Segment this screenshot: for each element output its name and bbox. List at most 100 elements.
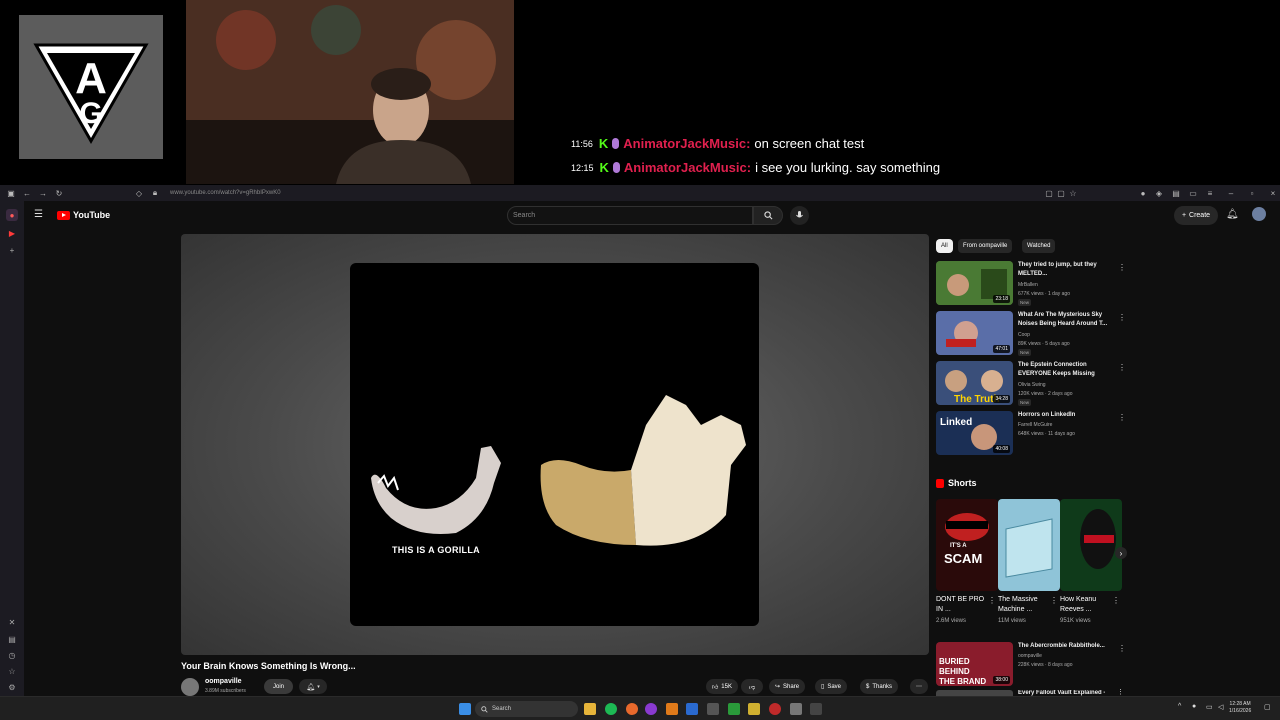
- extension-icon[interactable]: ●: [1138, 188, 1148, 198]
- app-icon[interactable]: [790, 703, 802, 715]
- short-thumbnail[interactable]: [998, 499, 1060, 591]
- reload-icon[interactable]: ↻: [54, 188, 64, 198]
- taskbar-search[interactable]: Search: [475, 701, 578, 717]
- short-title[interactable]: How Keanu Reeves ...: [1060, 595, 1112, 615]
- hamburger-menu-icon[interactable]: ☰: [34, 209, 46, 221]
- youtube-logo[interactable]: YouTube: [57, 210, 110, 220]
- app-icon[interactable]: [748, 703, 760, 715]
- more-actions-button[interactable]: ⋯: [910, 679, 928, 694]
- recommended-video-title[interactable]: The Epstein Connection EVERYONE Keeps Mi…: [1018, 361, 1114, 379]
- clock-icon[interactable]: ◷: [6, 649, 18, 661]
- spotify-icon[interactable]: [605, 703, 617, 715]
- recommended-video[interactable]: BURIED BEHIND THE BRAND 38:00 The Abercrom…: [936, 642, 1128, 688]
- app-icon[interactable]: [626, 703, 638, 715]
- forward-icon[interactable]: →: [38, 188, 48, 198]
- short-title[interactable]: DONT BE PRO IN ...: [936, 595, 988, 615]
- short-item[interactable]: The Massive Machine ... 11M views ⋮: [998, 499, 1060, 624]
- share-button[interactable]: ↪ Share: [769, 679, 806, 694]
- recommended-video-channel[interactable]: Coop: [1018, 332, 1030, 338]
- mic-tray-icon[interactable]: ●: [1192, 703, 1196, 710]
- file-explorer-icon[interactable]: [584, 703, 596, 715]
- chip-from-channel[interactable]: From oompaville: [958, 239, 1013, 253]
- chip-watched[interactable]: Watched: [1022, 239, 1056, 253]
- video-thumbnail[interactable]: The Truth 34:28: [936, 361, 1013, 405]
- short-item[interactable]: IT'S A SCAM DONT BE PRO IN ... 2.6M view…: [936, 499, 998, 624]
- star-icon[interactable]: ☆: [6, 665, 18, 677]
- search-input[interactable]: Search: [507, 206, 753, 225]
- extension-icon[interactable]: ▭: [1188, 188, 1198, 198]
- channel-avatar[interactable]: [181, 678, 199, 696]
- video-thumbnail[interactable]: BURIED BEHIND THE BRAND 38:00: [936, 642, 1013, 686]
- channel-name[interactable]: oompaville: [205, 678, 242, 685]
- clock[interactable]: 12:28 AM 1/16/2026: [1229, 701, 1251, 715]
- more-vert-icon[interactable]: ⋮: [1117, 689, 1124, 696]
- notifications-bell-icon[interactable]: 🔔︎: [1226, 209, 1239, 220]
- short-thumbnail[interactable]: IT'S A SCAM: [936, 499, 998, 591]
- voice-search-button[interactable]: [790, 206, 809, 225]
- sidebar-app-icon[interactable]: ●: [6, 209, 18, 221]
- thanks-button[interactable]: $ Thanks: [860, 679, 899, 694]
- extension-icon[interactable]: ▤: [1171, 188, 1181, 198]
- network-icon[interactable]: ▭: [1206, 703, 1213, 711]
- tray-chevron-icon[interactable]: ^: [1178, 703, 1181, 710]
- chip-all[interactable]: All: [936, 239, 953, 253]
- maximize-icon[interactable]: ▫: [1247, 188, 1257, 198]
- join-button[interactable]: Join: [264, 679, 293, 694]
- recommended-video-channel[interactable]: oompaville: [1018, 653, 1042, 659]
- short-title[interactable]: The Massive Machine ...: [998, 595, 1050, 615]
- firefox-icon[interactable]: [645, 703, 657, 715]
- settings-icon[interactable]: ✕: [6, 616, 18, 628]
- extension-icon[interactable]: ◈: [1154, 188, 1164, 198]
- recommended-video-title[interactable]: Horrors on LinkedIn: [1018, 411, 1114, 420]
- video-thumbnail[interactable]: Linked 40:08: [936, 411, 1013, 455]
- back-icon[interactable]: ←: [22, 188, 32, 198]
- more-vert-icon[interactable]: ⋮: [1118, 644, 1126, 653]
- recommended-video[interactable]: The Truth 34:28 The Epstein Connection E…: [936, 361, 1128, 407]
- search-button[interactable]: [753, 206, 783, 225]
- picture-icon[interactable]: ▢: [1056, 188, 1066, 198]
- recommended-video-channel[interactable]: Olivia Swing: [1018, 382, 1046, 388]
- more-vert-icon[interactable]: ⋮: [1112, 596, 1120, 605]
- more-vert-icon[interactable]: ⋮: [1118, 263, 1126, 272]
- notification-center-icon[interactable]: ▢: [1264, 703, 1271, 711]
- history-icon[interactable]: ▤: [6, 633, 18, 645]
- youtube-app-icon[interactable]: ▶: [6, 227, 18, 239]
- video-thumbnail[interactable]: 47:01: [936, 311, 1013, 355]
- volume-icon[interactable]: ◁: [1218, 703, 1223, 711]
- recommended-video[interactable]: 47:01 What Are The Mysterious Sky Noises…: [936, 311, 1128, 357]
- video-thumbnail[interactable]: 23:18: [936, 261, 1013, 305]
- close-icon[interactable]: ×: [1268, 188, 1278, 198]
- save-button[interactable]: ▯ Save: [815, 679, 847, 694]
- bookmark-star-icon[interactable]: ☆: [1068, 188, 1078, 198]
- vlc-icon[interactable]: [666, 703, 678, 715]
- address-bar[interactable]: www.youtube.com/watch?v=gRhbIPxwK0: [170, 190, 281, 196]
- recommended-video-title[interactable]: What Are The Mysterious Sky Noises Being…: [1018, 311, 1114, 329]
- short-thumbnail[interactable]: [1060, 499, 1122, 591]
- short-item[interactable]: How Keanu Reeves ... 951K views ⋮: [1060, 499, 1122, 624]
- subscribe-bell-button[interactable]: 🔔︎ ▾: [299, 679, 327, 694]
- add-icon[interactable]: +: [6, 244, 18, 256]
- create-button[interactable]: + Create: [1174, 206, 1218, 225]
- screenshot-icon[interactable]: ▢: [1044, 188, 1054, 198]
- recommended-video-title[interactable]: The Abercrombie Rabbithole...: [1018, 642, 1114, 651]
- more-vert-icon[interactable]: ⋮: [988, 596, 996, 605]
- app-icon[interactable]: [810, 703, 822, 715]
- app-icon[interactable]: [707, 703, 719, 715]
- recommended-video-channel[interactable]: MrBallen: [1018, 282, 1038, 288]
- app-icon[interactable]: [728, 703, 740, 715]
- windows-start-icon[interactable]: [459, 703, 471, 715]
- recommended-video-title[interactable]: They tried to jump, but they MELTED...: [1018, 261, 1114, 279]
- dislike-button[interactable]: 👎︎: [741, 679, 763, 694]
- obs-icon[interactable]: [769, 703, 781, 715]
- gear-icon[interactable]: ⚙: [6, 681, 18, 693]
- recommended-video[interactable]: 23:18 They tried to jump, but they MELTE…: [936, 261, 1128, 307]
- more-vert-icon[interactable]: ⋮: [1118, 363, 1126, 372]
- like-button[interactable]: 👍︎ 15K: [706, 679, 738, 694]
- recommended-video-channel[interactable]: Farrell McGuire: [1018, 422, 1052, 428]
- chevron-right-icon[interactable]: ›: [1115, 547, 1127, 559]
- more-vert-icon[interactable]: ⋮: [1118, 413, 1126, 422]
- recommended-video[interactable]: Linked 40:08 Horrors on LinkedIn Farrell…: [936, 411, 1128, 457]
- minimize-icon[interactable]: –: [1226, 188, 1236, 198]
- shield-icon[interactable]: ◇: [134, 188, 144, 198]
- more-vert-icon[interactable]: ⋮: [1050, 596, 1058, 605]
